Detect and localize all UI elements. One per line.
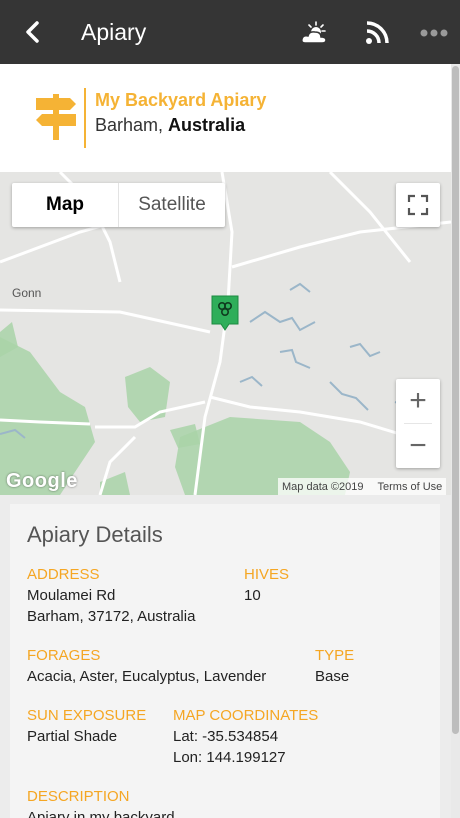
signpost-icon bbox=[36, 94, 76, 140]
details-section: Apiary Details ADDRESS Moulamei Rd Barha… bbox=[0, 495, 451, 818]
location-city: Barham, bbox=[95, 115, 164, 135]
page-scrollbar[interactable] bbox=[451, 64, 460, 818]
sun-exposure-value: Partial Shade bbox=[27, 728, 118, 745]
weather-icon[interactable] bbox=[300, 20, 328, 46]
apiary-location: Barham, Australia bbox=[95, 115, 245, 136]
map-town-label: Gonn bbox=[12, 286, 42, 300]
map-data-credit: Map data ©2019 bbox=[282, 480, 364, 493]
map-coordinates-label: MAP COORDINATES bbox=[173, 707, 319, 724]
address-line1: Moulamei Rd bbox=[27, 587, 116, 604]
google-logo: Google bbox=[6, 470, 78, 492]
longitude-value: Lon: 144.199127 bbox=[173, 749, 286, 766]
type-value: Base bbox=[315, 668, 350, 685]
fullscreen-icon bbox=[407, 194, 429, 216]
address-label: ADDRESS bbox=[27, 566, 100, 583]
page-title: Apiary bbox=[81, 19, 147, 45]
map-attribution: Map data ©2019 Terms of Use bbox=[278, 478, 447, 495]
zoom-out-button[interactable]: − bbox=[396, 424, 440, 468]
description-label: DESCRIPTION bbox=[27, 788, 130, 805]
apiary-header: My Backyard Apiary Barham, Australia bbox=[0, 64, 460, 172]
scrollbar-thumb[interactable] bbox=[452, 66, 459, 734]
hives-label: HIVES bbox=[244, 566, 290, 583]
rss-feed-icon[interactable] bbox=[364, 20, 390, 46]
forages-label: FORAGES bbox=[27, 647, 101, 664]
zoom-in-button[interactable]: + bbox=[396, 379, 440, 423]
details-heading: Apiary Details bbox=[27, 522, 163, 547]
address-line2: Barham, 37172, Australia bbox=[27, 608, 196, 625]
apiary-map-marker-icon[interactable] bbox=[210, 294, 240, 332]
fullscreen-button[interactable] bbox=[396, 183, 440, 227]
satellite-tab[interactable]: Satellite bbox=[119, 183, 225, 227]
header-divider bbox=[84, 88, 86, 148]
apiary-details-card: Apiary Details ADDRESS Moulamei Rd Barha… bbox=[10, 504, 440, 818]
description-value: Apiary in my backyard bbox=[27, 809, 175, 818]
more-dots-icon[interactable] bbox=[420, 28, 448, 38]
back-chevron-icon[interactable] bbox=[20, 18, 48, 46]
hives-value: 10 bbox=[244, 587, 261, 604]
forages-value: Acacia, Aster, Eucalyptus, Lavender bbox=[27, 668, 267, 685]
latitude-value: Lat: -35.534854 bbox=[173, 728, 279, 745]
top-app-bar: Apiary bbox=[0, 0, 460, 64]
map-view[interactable]: Map Satellite Gonn + − Google Map data ©… bbox=[0, 172, 451, 495]
terms-of-use-link[interactable]: Terms of Use bbox=[378, 481, 443, 493]
location-country: Australia bbox=[168, 115, 246, 135]
map-tab[interactable]: Map bbox=[12, 183, 119, 227]
sun-exposure-label: SUN EXPOSURE bbox=[27, 707, 147, 724]
apiary-name: My Backyard Apiary bbox=[95, 90, 267, 110]
zoom-controls: + − bbox=[396, 379, 440, 468]
type-label: TYPE bbox=[315, 647, 355, 664]
map-type-toggle: Map Satellite bbox=[12, 183, 225, 227]
